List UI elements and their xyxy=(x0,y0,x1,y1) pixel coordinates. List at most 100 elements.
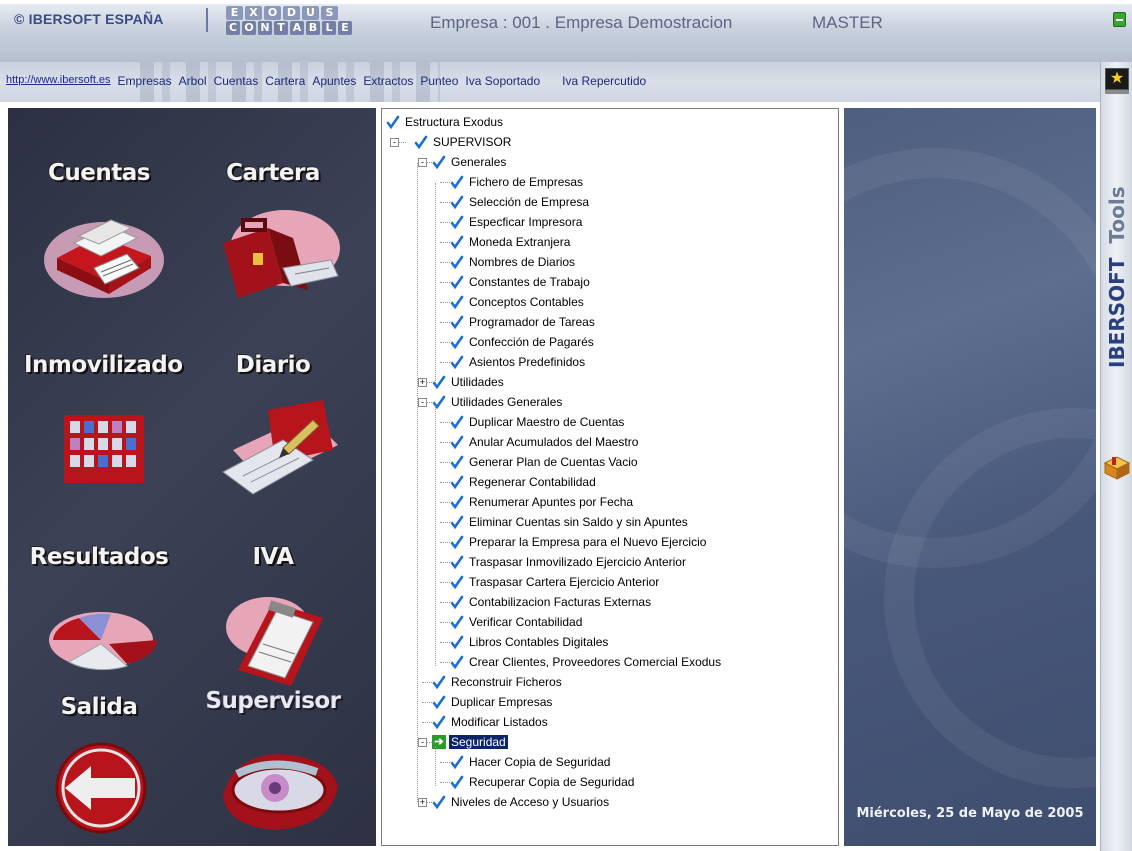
tile-diario-label: Diario xyxy=(235,352,311,378)
tree-item[interactable]: Traspasar Inmovilizado Ejercicio Anterio… xyxy=(450,552,686,572)
checkmark-icon xyxy=(414,135,428,149)
tree-item[interactable]: Moneda Extranjera xyxy=(450,232,570,252)
tile-iva[interactable]: IVA xyxy=(198,544,348,704)
tree-item[interactable]: Anular Acumulados del Maestro xyxy=(450,432,638,452)
minimize-button[interactable] xyxy=(1113,12,1126,27)
tree-item[interactable]: Libros Contables Digitales xyxy=(450,632,608,652)
tree-item[interactable]: Asientos Predefinidos xyxy=(450,352,585,372)
tree-item[interactable]: Confección de Pagarés xyxy=(450,332,594,352)
nav-punteo[interactable]: Punteo xyxy=(420,74,458,88)
nav-iva-repercutido[interactable]: Iva Repercutido xyxy=(562,74,646,88)
checkmark-icon xyxy=(450,515,464,529)
tree-connector xyxy=(440,582,452,583)
checkmark-icon xyxy=(450,575,464,589)
tree-label-selected: Seguridad xyxy=(449,735,508,749)
tree-item-duplicar-empresas[interactable]: Duplicar Empresas xyxy=(432,692,552,712)
tree-item[interactable]: Nombres de Diarios xyxy=(450,252,575,272)
contable-letter: T xyxy=(274,21,288,35)
nav-iva-soportado[interactable]: Iva Soportado xyxy=(465,74,540,88)
tile-resultados[interactable]: Resultados xyxy=(24,544,174,704)
tile-inmovilizado[interactable]: Inmovilizado xyxy=(24,352,183,512)
tree-connector xyxy=(440,282,452,283)
collapse-toggle[interactable]: - xyxy=(418,738,427,747)
tile-resultados-label: Resultados xyxy=(29,544,169,570)
tree-item[interactable]: Renumerar Apuntes por Fecha xyxy=(450,492,633,512)
app-header: © IBERSOFT ESPAÑA EXODUS CONTABLE Empres… xyxy=(0,4,1132,62)
tree-item[interactable]: Programador de Tareas xyxy=(450,312,595,332)
tree-item-reconstruir[interactable]: Reconstruir Ficheros xyxy=(432,672,562,692)
checkmark-icon xyxy=(450,435,464,449)
collapse-toggle[interactable]: - xyxy=(418,398,427,407)
tree-connector xyxy=(440,202,452,203)
collapse-toggle[interactable]: - xyxy=(390,138,399,147)
tree-label: Libros Contables Digitales xyxy=(469,635,609,649)
tree-connector xyxy=(440,422,452,423)
tree-label: SUPERVISOR xyxy=(433,135,512,149)
tree-guide xyxy=(435,406,436,666)
tree-item[interactable]: Verificar Contabilidad xyxy=(450,612,582,632)
expand-toggle[interactable]: + xyxy=(418,378,427,387)
tree-item[interactable]: Selección de Empresa xyxy=(450,192,589,212)
tree-item[interactable]: Generar Plan de Cuentas Vacio xyxy=(450,452,638,472)
tree-connector xyxy=(422,702,434,703)
tree-node-generales[interactable]: Generales xyxy=(432,152,506,172)
checkmark-icon xyxy=(450,555,464,569)
tile-supervisor[interactable]: Supervisor xyxy=(198,688,348,848)
tree-item[interactable]: Contabilizacion Facturas Externas xyxy=(450,592,651,612)
tree-node-niveles[interactable]: Niveles de Acceso y Usuarios xyxy=(432,792,609,812)
nav-cartera[interactable]: Cartera xyxy=(265,74,305,88)
tree-connector xyxy=(440,182,452,183)
tree-label: Utilidades Generales xyxy=(451,395,563,409)
tree-node-seguridad[interactable]: ➔ Seguridad xyxy=(432,732,508,752)
tree-connector xyxy=(440,222,452,223)
nav-arbol[interactable]: Arbol xyxy=(179,74,207,88)
tree-label: Crear Clientes, Proveedores Comercial Ex… xyxy=(469,655,722,669)
tile-diario[interactable]: Diario xyxy=(198,352,348,512)
package-icon[interactable] xyxy=(1103,454,1131,480)
star-icon[interactable]: ★ xyxy=(1105,68,1129,90)
contable-letter: A xyxy=(290,21,304,35)
tile-salida[interactable]: Salida xyxy=(24,694,174,851)
tree-item[interactable]: Hacer Copia de Seguridad xyxy=(450,752,610,772)
clipboard-icon xyxy=(226,597,323,686)
tile-cartera[interactable]: Cartera xyxy=(198,160,348,320)
tree-item[interactable]: Conceptos Contables xyxy=(450,292,584,312)
checkmark-icon xyxy=(450,615,464,629)
tree-item[interactable]: Crear Clientes, Proveedores Comercial Ex… xyxy=(450,652,721,672)
tree-label: Contabilizacion Facturas Externas xyxy=(469,595,652,609)
tree-item[interactable]: Recuperar Copia de Seguridad xyxy=(450,772,634,792)
nav-cuentas[interactable]: Cuentas xyxy=(214,74,259,88)
tree-label: Duplicar Empresas xyxy=(451,695,553,709)
contable-letter: O xyxy=(242,21,256,35)
tree-item[interactable]: Constantes de Trabajo xyxy=(450,272,590,292)
tree-node-utilidades-generales[interactable]: Utilidades Generales xyxy=(432,392,562,412)
tree-item-modificar-listados[interactable]: Modificar Listados xyxy=(432,712,548,732)
tree-item[interactable]: Especficar Impresora xyxy=(450,212,582,232)
collapse-toggle[interactable]: - xyxy=(418,158,427,167)
tree-connector xyxy=(440,322,452,323)
tree-item[interactable]: Fichero de Empresas xyxy=(450,172,583,192)
tree-label: Generales xyxy=(451,155,507,169)
website-link[interactable]: http://www.ibersoft.es xyxy=(6,74,111,88)
tree-item[interactable]: Duplicar Maestro de Cuentas xyxy=(450,412,624,432)
tree-item[interactable]: Eliminar Cuentas sin Saldo y sin Apuntes xyxy=(450,512,688,532)
nav-bar: http://www.ibersoft.es Empresas Arbol Cu… xyxy=(0,62,1100,102)
tile-cartera-label: Cartera xyxy=(226,160,320,186)
expand-toggle[interactable]: + xyxy=(418,798,427,807)
tree-root[interactable]: Estructura Exodus xyxy=(386,112,503,132)
checkmark-icon xyxy=(450,415,464,429)
tree-label: Hacer Copia de Seguridad xyxy=(469,755,611,769)
tree-connector xyxy=(440,762,452,763)
checkmark-icon xyxy=(450,215,464,229)
tree-node-supervisor[interactable]: SUPERVISOR xyxy=(414,132,511,152)
nav-apuntes[interactable]: Apuntes xyxy=(312,74,356,88)
tree-node-utilidades[interactable]: Utilidades xyxy=(432,372,504,392)
nav-extractos[interactable]: Extractos xyxy=(363,74,413,88)
checkmark-icon xyxy=(450,235,464,249)
current-company-label: Empresa : 001 . Empresa Demostracion xyxy=(430,13,733,32)
tree-item[interactable]: Traspasar Cartera Ejercicio Anterior xyxy=(450,572,659,592)
nav-empresas[interactable]: Empresas xyxy=(118,74,172,88)
tree-item[interactable]: Regenerar Contabilidad xyxy=(450,472,596,492)
tile-cuentas[interactable]: Cuentas xyxy=(24,160,174,320)
tree-item[interactable]: Preparar la Empresa para el Nuevo Ejerci… xyxy=(450,532,706,552)
